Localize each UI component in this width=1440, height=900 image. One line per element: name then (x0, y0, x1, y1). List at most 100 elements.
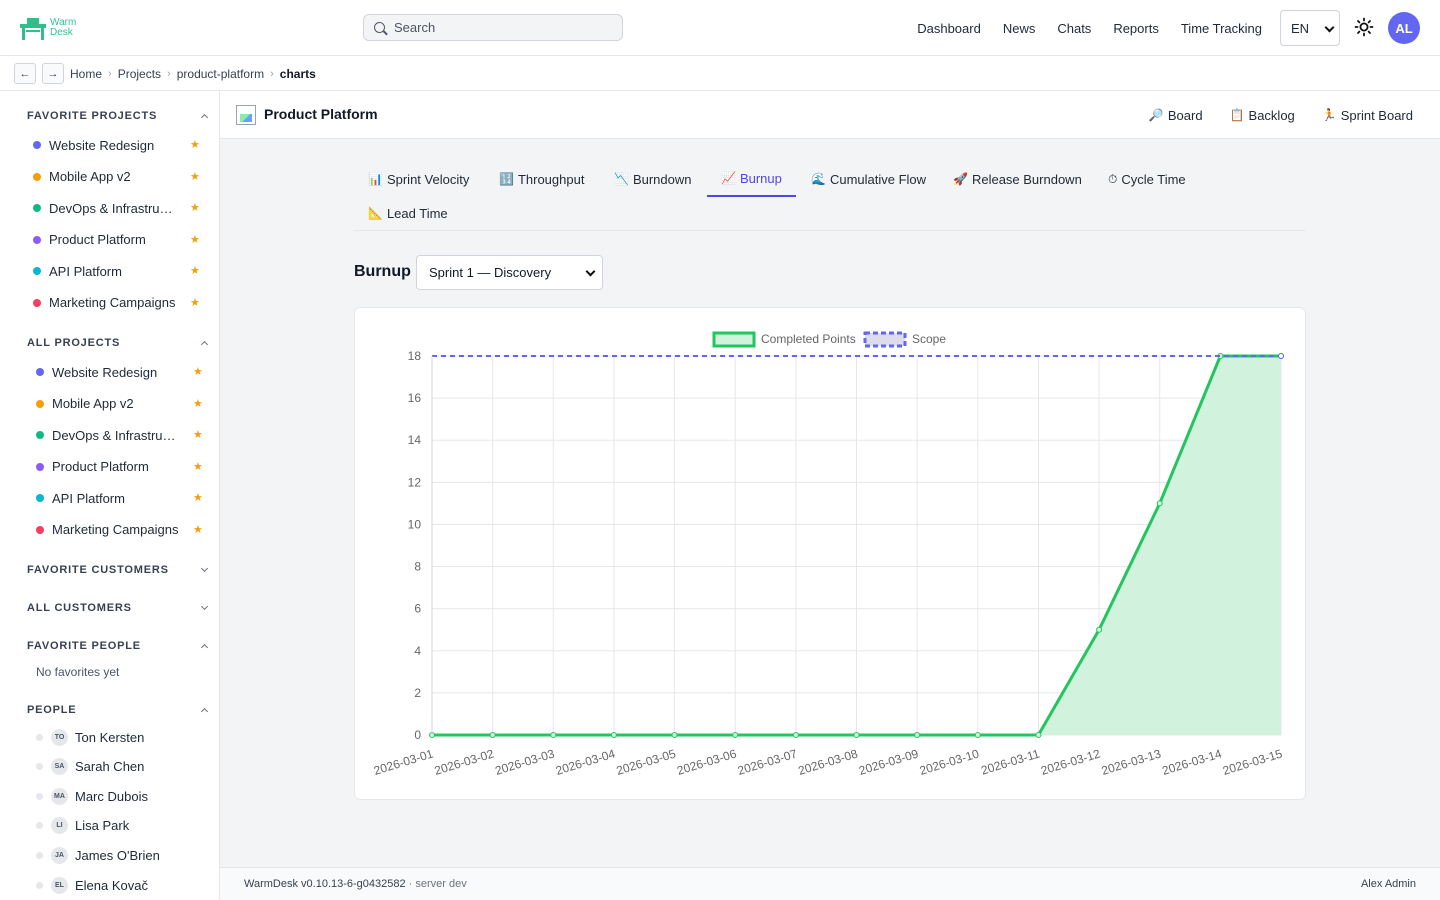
tab-release-burndown[interactable]: 🚀 Release Burndown (939, 161, 1096, 197)
star-icon[interactable]: ★ (190, 296, 200, 309)
y-tick-label: 10 (408, 517, 422, 531)
breadcrumb-home[interactable]: Home (70, 67, 102, 81)
rocket-icon: 🚀 (953, 172, 968, 186)
legend-label-scope: Scope (912, 332, 946, 346)
chevron-down-icon[interactable] (200, 564, 209, 573)
tab-cumulative-flow[interactable]: 🌊 Cumulative Flow (797, 161, 940, 197)
people-title[interactable]: PEOPLE (27, 704, 76, 716)
x-tick-label: 2026-03-12 (1039, 746, 1102, 777)
sidebar-project-item[interactable]: DevOps & Infrastructure (33, 196, 213, 220)
sidebar-project-item[interactable]: API Platform (33, 259, 213, 283)
sprint-board-button[interactable]: 🏃 Sprint Board (1322, 108, 1413, 123)
search-input[interactable] (394, 20, 614, 35)
project-actions: 🔎 Board 📋 Backlog 🏃 Sprint Board (1122, 91, 1413, 139)
forward-button[interactable]: → (42, 63, 64, 84)
x-tick-label: 2026-03-04 (554, 746, 617, 777)
breadcrumb-projects[interactable]: Projects (118, 67, 161, 81)
data-point (610, 732, 617, 738)
sidebar-project-item[interactable]: Website Redesign (33, 133, 213, 157)
star-icon[interactable]: ★ (190, 264, 200, 277)
nav-chats[interactable]: Chats (1057, 21, 1091, 36)
chevron-up-icon[interactable] (200, 340, 209, 349)
sidebar-project-item[interactable]: Product Platform (36, 455, 216, 479)
tab-lead-time[interactable]: 📐 Lead Time (354, 195, 462, 231)
all-customers-title[interactable]: ALL CUSTOMERS (27, 602, 132, 614)
person-item[interactable]: LI Lisa Park (36, 815, 129, 837)
sidebar-project-item[interactable]: Marketing Campaigns (36, 518, 216, 542)
sidebar-project-item[interactable]: Marketing Campaigns (33, 291, 213, 315)
favorite-customers-title[interactable]: FAVORITE CUSTOMERS (27, 564, 169, 576)
tab-sprint-velocity[interactable]: 📊 Sprint Velocity (354, 161, 483, 197)
person-item[interactable]: TO Ton Kersten (36, 726, 144, 748)
data-point (1278, 353, 1284, 359)
star-icon[interactable]: ★ (190, 233, 200, 246)
sidebar-project-item[interactable]: API Platform (36, 486, 216, 510)
board-button[interactable]: 🔎 Board (1149, 108, 1203, 123)
star-icon[interactable]: ★ (193, 491, 203, 504)
x-tick-label: 2026-03-03 (493, 746, 556, 777)
all-projects-title[interactable]: ALL PROJECTS (27, 337, 120, 349)
search-box[interactable] (363, 14, 623, 41)
data-point (914, 732, 921, 738)
tab-label: Cumulative Flow (829, 171, 927, 187)
nav-dashboard[interactable]: Dashboard (917, 21, 981, 36)
user-avatar[interactable]: AL (1388, 12, 1420, 44)
footer-version: WarmDesk v0.10.13-6-g0432582 · server de… (244, 878, 467, 890)
tab-burnup[interactable]: 📈 Burnup (707, 161, 796, 197)
star-icon[interactable]: ★ (190, 201, 200, 214)
star-icon[interactable]: ★ (193, 523, 203, 536)
logo-line-2: Desk (50, 27, 73, 38)
app-logo[interactable]: Warm Desk (18, 16, 76, 42)
project-color-dot (33, 172, 41, 181)
breadcrumb-project[interactable]: product-platform (177, 67, 264, 81)
project-color-dot (33, 204, 41, 212)
sidebar-project-item[interactable]: Mobile App v2 (33, 165, 213, 189)
data-point (732, 732, 739, 738)
star-icon[interactable]: ★ (190, 170, 200, 183)
chevron-up-icon[interactable] (200, 113, 209, 122)
project-name: Website Redesign (49, 137, 155, 153)
tab-label: Lead Time (386, 205, 448, 221)
chevron-up-icon[interactable] (200, 707, 209, 716)
chevron-down-icon[interactable] (200, 602, 209, 611)
person-item[interactable]: MA Marc Dubois (36, 785, 148, 807)
favorite-people-title[interactable]: FAVORITE PEOPLE (27, 640, 141, 652)
sun-icon[interactable] (1354, 17, 1374, 37)
x-tick-label: 2026-03-08 (797, 746, 860, 777)
chart-heading: Burnup (354, 263, 411, 280)
star-icon[interactable]: ★ (190, 138, 200, 151)
tab-throughput[interactable]: 🔢 Throughput (485, 161, 598, 197)
presence-dot (36, 733, 43, 741)
person-item[interactable]: EL Elena Kovač (36, 874, 148, 896)
nav-news[interactable]: News (1003, 21, 1036, 36)
sidebar-project-item[interactable]: Mobile App v2 (36, 392, 216, 416)
star-icon[interactable]: ★ (193, 397, 203, 410)
tab-burndown[interactable]: 📉 Burndown (600, 161, 706, 197)
back-button[interactable]: ← (14, 63, 36, 84)
language-value: EN (1291, 20, 1310, 36)
tab-label: Sprint Velocity (386, 171, 470, 187)
favorite-projects-title[interactable]: FAVORITE PROJECTS (27, 110, 157, 122)
tab-cycle-time[interactable]: ⏱ Cycle Time (1094, 161, 1200, 197)
sidebar-project-item[interactable]: Website Redesign (36, 360, 216, 384)
person-item[interactable]: JA James O'Brien (36, 844, 160, 866)
nav-reports[interactable]: Reports (1113, 21, 1159, 36)
star-icon[interactable]: ★ (193, 428, 203, 441)
data-point (792, 732, 799, 738)
nav-time-tracking[interactable]: Time Tracking (1181, 21, 1262, 36)
data-point (671, 732, 678, 738)
sidebar-project-item[interactable]: DevOps & Infrastructure (36, 423, 216, 447)
tab-label: Cycle Time (1121, 171, 1186, 187)
star-icon[interactable]: ★ (193, 460, 203, 473)
x-tick-label: 2026-03-11 (979, 746, 1041, 777)
star-icon[interactable]: ★ (193, 365, 203, 378)
project-color-dot (36, 431, 44, 439)
backlog-button[interactable]: 📋 Backlog (1230, 108, 1295, 123)
sidebar-project-item[interactable]: Product Platform (33, 228, 213, 252)
tab-label: Burndown (632, 171, 692, 187)
language-select[interactable]: EN (1280, 10, 1340, 46)
person-item[interactable]: SA Sarah Chen (36, 756, 144, 778)
chevron-up-icon[interactable] (200, 643, 209, 652)
y-tick-label: 16 (408, 391, 422, 405)
sprint-select[interactable]: Sprint 1 — Discovery (416, 255, 603, 290)
